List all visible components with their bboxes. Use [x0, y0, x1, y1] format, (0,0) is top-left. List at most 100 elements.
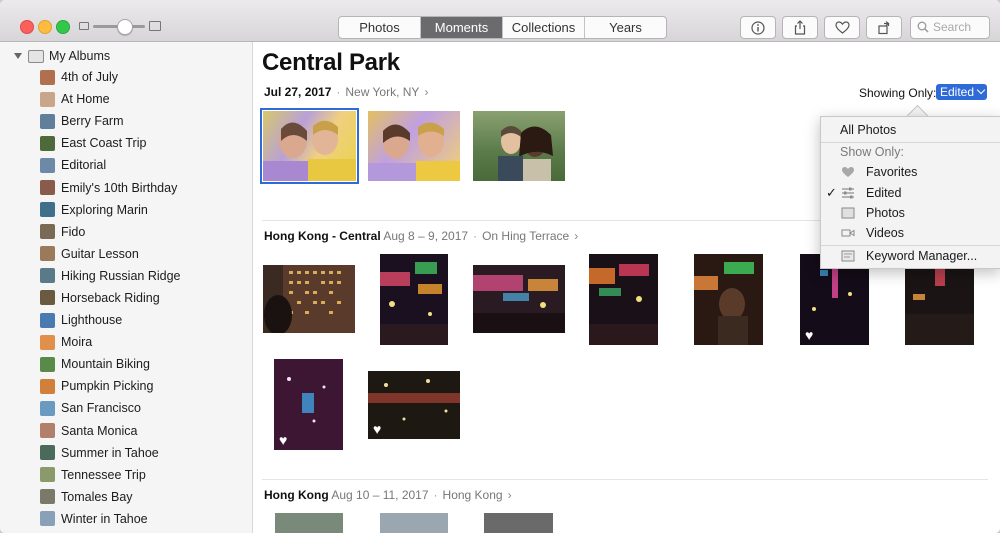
photo-thumbnail[interactable]	[275, 513, 343, 533]
album-label: Moira	[61, 335, 93, 350]
tab-photos[interactable]: Photos	[339, 17, 421, 38]
section-location: On Hing Terrace	[482, 229, 570, 243]
section-date: Aug 10 – 11, 2017	[331, 488, 429, 502]
photos-window: Photos Moments Collections Years Search …	[0, 0, 1000, 533]
info-button[interactable]	[740, 16, 776, 39]
section-header-1[interactable]: Jul 27, 2017 · New York, NY ›	[264, 85, 428, 99]
section-header-3[interactable]: Hong Kong Aug 10 – 11, 2017 · Hong Kong ›	[264, 488, 512, 502]
sidebar-album-item[interactable]: Emily's 10th Birthday	[40, 176, 181, 198]
photo-thumbnail[interactable]	[484, 513, 553, 533]
album-label: Horseback Riding	[61, 290, 160, 305]
photo-thumbnail[interactable]	[260, 108, 359, 184]
photo-thumbnail[interactable]: ♥	[368, 371, 460, 439]
menu-item-label: Photos	[866, 206, 905, 220]
sidebar-album-item[interactable]: 4th of July	[40, 66, 181, 88]
section-location: Hong Kong	[442, 488, 503, 502]
photo-thumbnail[interactable]	[473, 265, 565, 333]
minimize-button[interactable]	[38, 20, 52, 34]
share-button[interactable]	[782, 16, 818, 39]
neon-person-photo	[694, 262, 754, 345]
zoom-button[interactable]	[56, 20, 70, 34]
sidebar-album-item[interactable]: Santa Monica	[40, 420, 181, 442]
chevron-down-icon	[976, 85, 986, 95]
tab-moments[interactable]: Moments	[421, 17, 503, 38]
photo-thumbnail[interactable]	[368, 111, 460, 181]
album-thumbnail	[40, 511, 55, 527]
sidebar-album-item[interactable]: Fido	[40, 221, 181, 243]
disclosure-triangle-icon[interactable]	[14, 53, 22, 59]
favorite-heart-icon: ♥	[279, 432, 288, 448]
night-building-photo	[264, 265, 355, 333]
album-thumbnail	[40, 224, 55, 240]
menu-item-favorites[interactable]: Favorites	[821, 162, 1000, 182]
menu-item-edited[interactable]: ✓ Edited	[821, 183, 1000, 203]
favorite-button[interactable]	[824, 16, 860, 39]
menu-item-videos[interactable]: Videos	[821, 223, 1000, 243]
showing-only-label: Showing Only:	[859, 86, 937, 100]
photo-thumbnail[interactable]	[380, 513, 448, 533]
photo-thumbnail[interactable]	[694, 254, 763, 345]
sidebar-album-item[interactable]: East Coast Trip	[40, 132, 181, 154]
sidebar-album-item[interactable]: Hiking Russian Ridge	[40, 265, 181, 287]
album-label: Summer in Tahoe	[61, 445, 159, 460]
menu-item-label: All Photos	[840, 123, 897, 137]
album-label: Fido	[61, 224, 86, 239]
section-location: New York, NY	[345, 85, 420, 99]
album-thumbnail	[40, 400, 55, 416]
photo-thumbnail[interactable]	[589, 254, 658, 345]
showing-only-popup[interactable]: Edited	[936, 84, 987, 100]
album-thumbnail	[40, 91, 55, 107]
photo-thumbnail[interactable]	[380, 254, 448, 345]
menu-header-show-only: Show Only:	[821, 142, 1000, 162]
search-icon	[917, 21, 929, 33]
photo-thumbnail[interactable]	[473, 111, 565, 181]
menu-item-photos[interactable]: Photos	[821, 203, 1000, 223]
section-header-2[interactable]: Hong Kong - Central Aug 8 – 9, 2017 · On H…	[264, 229, 578, 243]
search-field[interactable]: Search	[910, 16, 990, 39]
sidebar-album-item[interactable]: Tomales Bay	[40, 486, 181, 508]
photo-thumbnail[interactable]	[263, 265, 355, 333]
sidebar-album-item[interactable]: San Francisco	[40, 397, 181, 419]
sidebar-album-item[interactable]: Mountain Biking	[40, 353, 181, 375]
sidebar-album-item[interactable]: Guitar Lesson	[40, 243, 181, 265]
sidebar-album-item[interactable]: At Home	[40, 88, 181, 110]
sidebar-album-item[interactable]: Editorial	[40, 154, 181, 176]
sidebar-album-item[interactable]: Tennessee Trip	[40, 464, 181, 486]
sidebar-album-item[interactable]: Moira	[40, 331, 181, 353]
album-thumbnail	[40, 378, 55, 394]
album-thumbnail	[40, 69, 55, 85]
tab-years[interactable]: Years	[585, 17, 666, 38]
album-thumbnail	[40, 180, 55, 196]
album-thumbnail	[40, 157, 55, 173]
menu-item-label: Edited	[866, 186, 902, 200]
section-divider	[262, 479, 988, 480]
menu-item-keyword-manager[interactable]: Keyword Manager...	[821, 246, 1000, 266]
sidebar-album-item[interactable]: Summer in Tahoe	[40, 442, 181, 464]
sidebar-album-item[interactable]: Horseback Riding	[40, 287, 181, 309]
section-title: Hong Kong - Central	[264, 229, 381, 243]
my-albums-header[interactable]: My Albums	[14, 48, 110, 64]
sidebar-album-item[interactable]: Lighthouse	[40, 309, 181, 331]
photo-thumbnail[interactable]: ♥	[274, 359, 343, 450]
checkmark-icon: ✓	[826, 185, 837, 200]
album-label: At Home	[61, 92, 110, 107]
rotate-button[interactable]	[866, 16, 902, 39]
album-label: Emily's 10th Birthday	[61, 180, 178, 195]
album-thumbnail	[40, 113, 55, 129]
sidebar-album-item[interactable]: Exploring Marin	[40, 199, 181, 221]
menu-item-all-photos[interactable]: All Photos	[821, 120, 1000, 140]
close-button[interactable]	[20, 20, 34, 34]
page-title: Central Park	[262, 49, 400, 76]
album-label: East Coast Trip	[61, 136, 147, 151]
album-thumbnail	[40, 334, 55, 350]
title-bar: Photos Moments Collections Years Search	[0, 0, 1000, 42]
zoom-slider-handle[interactable]	[117, 19, 133, 35]
album-thumbnail	[40, 356, 55, 372]
tab-collections[interactable]: Collections	[503, 17, 585, 38]
sidebar-album-item[interactable]: Berry Farm	[40, 110, 181, 132]
sidebar-album-item[interactable]: Winter in Tahoe	[40, 508, 181, 530]
section-date: Aug 8 – 9, 2017	[383, 229, 469, 243]
photo-icon	[841, 207, 855, 219]
sidebar-album-item[interactable]: Pumpkin Picking	[40, 375, 181, 397]
neon-street-photo	[589, 264, 658, 345]
